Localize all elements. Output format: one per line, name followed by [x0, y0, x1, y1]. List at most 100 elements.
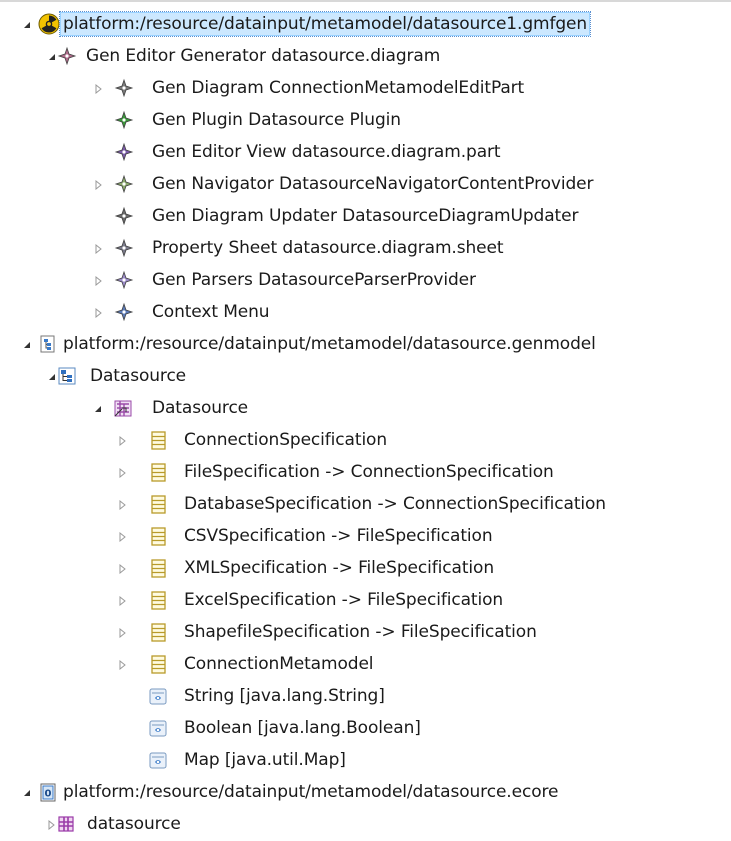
expanded-twisty-icon[interactable] — [22, 20, 32, 30]
tree-row[interactable]: Gen Navigator DatasourceNavigatorContent… — [0, 169, 731, 201]
tree-item-label: DatabaseSpecification -> ConnectionSpeci… — [184, 494, 606, 514]
tree-row[interactable]: Context Menu — [0, 297, 731, 329]
gen-navigator-icon — [114, 174, 134, 194]
class-icon — [148, 462, 168, 482]
expanded-twisty-icon[interactable] — [22, 788, 32, 798]
tree-item-label: ConnectionMetamodel — [184, 654, 374, 674]
class-icon — [148, 590, 168, 610]
tree-item-label: platform:/resource/datainput/metamodel/d… — [63, 334, 596, 354]
tree-item-label: platform:/resource/datainput/metamodel/d… — [63, 782, 559, 802]
tree-row[interactable]: platform:/resource/datainput/metamodel/d… — [0, 329, 731, 361]
tree-item-label: Datasource — [152, 398, 249, 418]
gen-diagram-updater-icon — [114, 206, 134, 226]
collapsed-twisty-icon[interactable] — [118, 628, 128, 638]
tree-item-label: Datasource — [90, 366, 187, 386]
tree-item-label: Context Menu — [152, 302, 270, 322]
tree-item-label: Gen Navigator DatasourceNavigatorContent… — [152, 174, 594, 194]
tree-row[interactable]: Gen Plugin Datasource Plugin — [0, 105, 731, 137]
tree-item-label: datasource — [87, 814, 181, 834]
epackage-icon — [56, 814, 76, 834]
tree-item-label: Boolean [java.lang.Boolean] — [184, 718, 421, 738]
tree-row[interactable]: Property Sheet datasource.diagram.sheet — [0, 233, 731, 265]
gen-diagram-icon — [114, 78, 134, 98]
tree-row[interactable]: CSVSpecification -> FileSpecification — [0, 521, 731, 553]
datatype-icon — [148, 718, 168, 738]
collapsed-twisty-icon[interactable] — [118, 564, 128, 574]
svg-text:0: 0 — [45, 789, 52, 800]
tree-item-label: Gen Editor Generator datasource.diagram — [86, 46, 441, 66]
collapsed-twisty-icon[interactable] — [118, 532, 128, 542]
class-icon — [148, 494, 168, 514]
collapsed-twisty-icon[interactable] — [118, 596, 128, 606]
tree-row[interactable]: ConnectionMetamodel — [0, 649, 731, 681]
context-menu-icon — [114, 302, 134, 322]
tree-row[interactable]: ShapefileSpecification -> FileSpecificat… — [0, 617, 731, 649]
tree-row[interactable]: Gen Editor Generator datasource.diagram — [0, 41, 731, 73]
tree-item-label: Gen Diagram ConnectionMetamodelEditPart — [152, 78, 525, 98]
tree-item-label: Gen Plugin Datasource Plugin — [152, 110, 401, 130]
tree-row[interactable]: Datasource — [0, 393, 731, 425]
property-sheet-icon — [114, 238, 134, 258]
collapsed-twisty-icon[interactable] — [94, 180, 104, 190]
tree-item-label: ExcelSpecification -> FileSpecification — [184, 590, 504, 610]
radiation-icon — [38, 13, 60, 35]
collapsed-twisty-icon[interactable] — [94, 308, 104, 318]
expanded-twisty-icon[interactable] — [22, 340, 32, 350]
tree-row[interactable]: ExcelSpecification -> FileSpecification — [0, 585, 731, 617]
collapsed-twisty-icon[interactable] — [118, 468, 128, 478]
collapsed-twisty-icon[interactable] — [118, 500, 128, 510]
tree-item-label: Gen Editor View datasource.diagram.part — [152, 142, 501, 162]
tree-row[interactable]: String [java.lang.String] — [0, 681, 731, 713]
collapsed-twisty-icon[interactable] — [94, 276, 104, 286]
model-tree: platform:/resource/datainput/metamodel/d… — [0, 9, 731, 841]
collapsed-twisty-icon[interactable] — [94, 84, 104, 94]
tree-row[interactable]: Gen Diagram Updater DatasourceDiagramUpd… — [0, 201, 731, 233]
top-border — [0, 0, 731, 2]
ecore-package-icon — [113, 398, 133, 418]
tree-item-label: FileSpecification -> ConnectionSpecifica… — [184, 462, 554, 482]
tree-row[interactable]: Gen Editor View datasource.diagram.part — [0, 137, 731, 169]
collapsed-twisty-icon[interactable] — [118, 436, 128, 446]
tree-item-label: platform:/resource/datainput/metamodel/d… — [58, 11, 592, 37]
class-icon — [148, 558, 168, 578]
gen-editor-generator-icon — [57, 46, 77, 66]
tree-row[interactable]: platform:/resource/datainput/metamodel/d… — [0, 9, 731, 41]
class-icon — [148, 430, 168, 450]
datatype-icon — [148, 686, 168, 706]
ecore-file-icon: 0 — [38, 782, 58, 802]
tree-row[interactable]: Boolean [java.lang.Boolean] — [0, 713, 731, 745]
tree-row[interactable]: 0 platform:/resource/datainput/metamodel/… — [0, 777, 731, 809]
tree-item-label: Property Sheet datasource.diagram.sheet — [152, 238, 504, 258]
tree-item-label: Gen Parsers DatasourceParserProvider — [152, 270, 476, 290]
tree-row[interactable]: Datasource — [0, 361, 731, 393]
tree-row[interactable]: Map [java.util.Map] — [0, 745, 731, 777]
tree-item-label: CSVSpecification -> FileSpecification — [184, 526, 493, 546]
tree-row[interactable]: FileSpecification -> ConnectionSpecifica… — [0, 457, 731, 489]
tree-row[interactable]: datasource — [0, 809, 731, 841]
class-icon — [148, 526, 168, 546]
tree-item-label: String [java.lang.String] — [184, 686, 385, 706]
gen-editor-view-icon — [114, 142, 134, 162]
tree-row[interactable]: Gen Parsers DatasourceParserProvider — [0, 265, 731, 297]
tree-row[interactable]: XMLSpecification -> FileSpecification — [0, 553, 731, 585]
tree-item-label: Gen Diagram Updater DatasourceDiagramUpd… — [152, 206, 579, 226]
tree-item-label: Map [java.util.Map] — [184, 750, 346, 770]
class-icon — [148, 622, 168, 642]
expanded-twisty-icon[interactable] — [47, 372, 57, 382]
tree-item-label: ShapefileSpecification -> FileSpecificat… — [184, 622, 537, 642]
tree-row[interactable]: Gen Diagram ConnectionMetamodelEditPart — [0, 73, 731, 105]
class-icon — [148, 654, 168, 674]
gen-parsers-icon — [114, 270, 134, 290]
tree-row[interactable]: ConnectionSpecification — [0, 425, 731, 457]
collapsed-twisty-icon[interactable] — [118, 660, 128, 670]
genmodel-file-icon — [38, 334, 58, 354]
collapsed-twisty-icon[interactable] — [94, 244, 104, 254]
tree-item-label: XMLSpecification -> FileSpecification — [184, 558, 495, 578]
tree-item-label: ConnectionSpecification — [184, 430, 388, 450]
expanded-twisty-icon[interactable] — [47, 52, 57, 62]
gen-package-icon — [57, 366, 77, 386]
tree-row[interactable]: DatabaseSpecification -> ConnectionSpeci… — [0, 489, 731, 521]
datatype-icon — [148, 750, 168, 770]
gen-plugin-icon — [114, 110, 134, 130]
expanded-twisty-icon[interactable] — [93, 404, 103, 414]
